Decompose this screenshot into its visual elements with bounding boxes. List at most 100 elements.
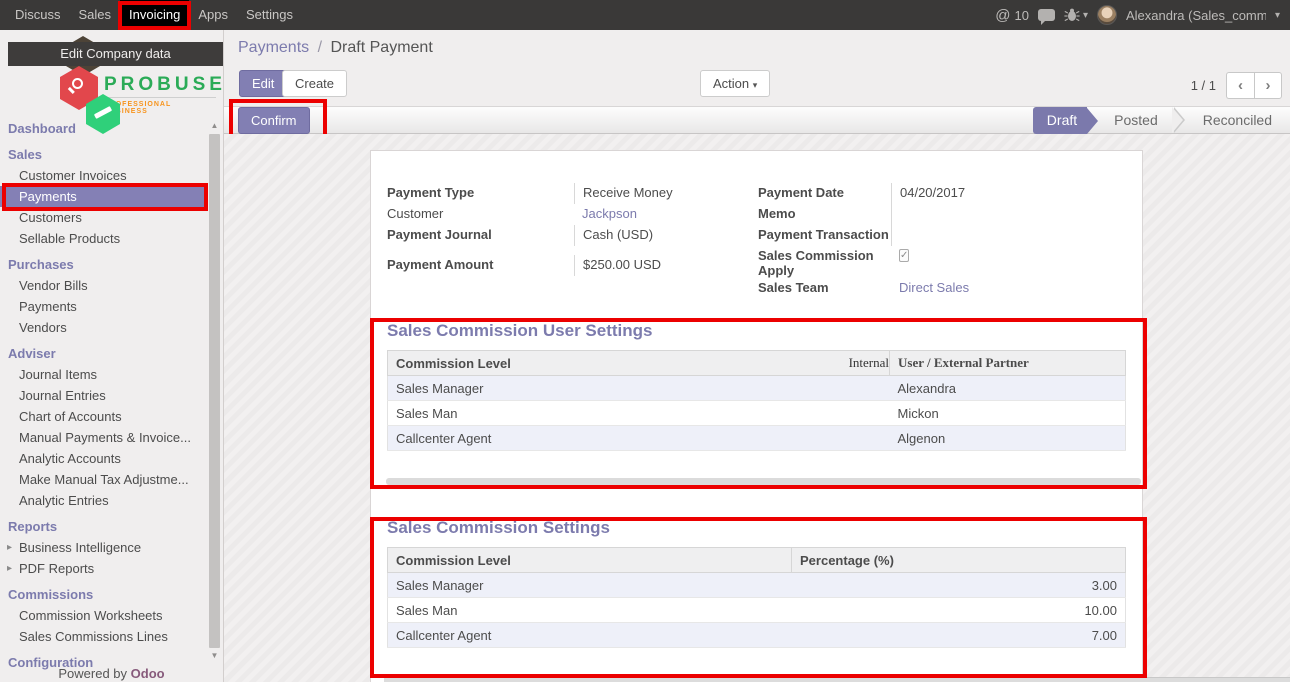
mention-icon: @ [995,7,1010,24]
menu-sales[interactable]: Sales [70,0,121,30]
scrollbar-up-icon[interactable]: ▲ [208,120,221,132]
search-icon [72,78,83,89]
sidebar-item-analytic-accounts[interactable]: Analytic Accounts [0,448,207,469]
column-header-user-external-partner[interactable]: User / External Partner [890,351,1126,376]
table-row[interactable]: Sales Man10.00 [388,598,1126,623]
menu-discuss[interactable]: Discuss [6,0,70,30]
menu-settings[interactable]: Settings [237,0,302,30]
mentions-counter[interactable]: @ 10 [995,7,1029,24]
field-payment-transaction: Payment Transaction [758,225,1130,246]
status-step-reconciled[interactable]: Reconciled [1187,107,1288,134]
horizontal-scrollbar[interactable] [384,677,1290,682]
table-row[interactable]: Sales ManMickon [388,401,1126,426]
sidebar-item-customers[interactable]: Customers [0,207,207,228]
sidebar-item-vendors[interactable]: Vendors [0,317,207,338]
scrollbar-down-icon[interactable]: ▼ [208,650,221,662]
sales-commission-apply-checkbox[interactable]: ✓ [899,249,909,262]
sidebar-item-manual-payments-invoice[interactable]: Manual Payments & Invoice... [0,427,207,448]
create-button[interactable]: Create [282,70,347,97]
pencil-icon [94,106,112,119]
cell-value: Mickon [890,401,1126,426]
action-dropdown-button[interactable]: Action ▾ [700,70,770,97]
scrollbar-thumb[interactable] [209,134,220,648]
field-memo: Memo [758,204,1130,225]
action-label: Action [713,76,749,91]
commission-user-rows: Sales ManagerAlexandraSales ManMickonCal… [388,376,1126,451]
sidebar-header-adviser[interactable]: Adviser [0,343,207,364]
sidebar-item-chart-of-accounts[interactable]: Chart of Accounts [0,406,207,427]
chat-icon[interactable] [1038,9,1055,21]
column-header-percentage[interactable]: Percentage (%) [792,548,1126,573]
sidebar-item-commission-worksheets[interactable]: Commission Worksheets [0,605,207,626]
field-label: Customer [387,204,574,225]
odoo-brand-link[interactable]: Odoo [131,666,165,681]
section-commission-settings: Sales Commission Settings Commission Lev… [387,518,1126,648]
breadcrumb-current: Draft Payment [331,39,433,56]
sidebar-item-pdf-reports[interactable]: ▸PDF Reports [0,558,207,579]
sidebar-header-purchases[interactable]: Purchases [0,254,207,275]
column-label: Commission Level [396,356,511,371]
pager-next-button[interactable]: › [1254,72,1282,99]
table-row[interactable]: Callcenter AgentAlgenon [388,426,1126,451]
cell-commission-level: Sales Man [388,598,792,623]
horizontal-scrollbar[interactable] [386,478,1141,485]
field-label: Sales Commission Apply [758,246,891,278]
customer-link[interactable]: Jackpson [574,204,732,225]
debug-menu[interactable]: ▾ [1064,8,1088,22]
column-label-overflow: Internal [849,355,889,371]
odoo-app-window: DiscussSalesInvoicingAppsSettings @ 10 [0,0,1290,682]
cell-value: Alexandra [890,376,1126,401]
cell-commission-level: Sales Manager [388,376,890,401]
status-step-draft[interactable]: Draft [1033,107,1087,134]
menu-apps[interactable]: Apps [189,0,237,30]
sidebar-item-vendor-bills[interactable]: Vendor Bills [0,275,207,296]
sidebar-item-analytic-entries[interactable]: Analytic Entries [0,490,207,511]
sidebar-scrollbar[interactable]: ▲ ▼ [208,120,221,662]
sidebar-header-commissions[interactable]: Commissions [0,584,207,605]
field-label: Payment Amount [387,255,574,276]
table-row[interactable]: Callcenter Agent7.00 [388,623,1126,648]
sidebar-header-sales[interactable]: Sales [0,144,207,165]
cell-value: Algenon [890,426,1126,451]
sidebar-item-journal-entries[interactable]: Journal Entries [0,385,207,406]
table-row[interactable]: Sales Manager3.00 [388,573,1126,598]
menu-invoicing[interactable]: Invoicing [120,0,189,30]
column-header-commission-level[interactable]: Commission Level [388,548,792,573]
sidebar-item-sellable-products[interactable]: Sellable Products [0,228,207,249]
chevron-down-icon: ▾ [753,80,758,90]
sidebar-item-sales-commissions-lines[interactable]: Sales Commissions Lines [0,626,207,647]
expand-icon[interactable]: ▸ [7,558,12,579]
sidebar-item-payments[interactable]: Payments [0,186,207,207]
expand-icon[interactable]: ▸ [7,537,12,558]
field-value: ✓ [891,246,1130,278]
main-panel: Payments / Draft Payment 1 / 1 ‹ › Edit … [224,30,1290,682]
column-header-commission-level[interactable]: Commission Level Internal [388,351,890,376]
commission-settings-rows: Sales Manager3.00Sales Man10.00Callcente… [388,573,1126,648]
powered-by-odoo: Powered by Odoo [0,666,223,681]
cell-commission-level: Sales Man [388,401,890,426]
topbar-right-cluster: @ 10 ▾ Alexandra (Sales_comm.. [995,5,1290,25]
status-step-posted[interactable]: Posted [1098,107,1174,134]
powered-by-text: Powered by [58,666,127,681]
sidebar-item-journal-items[interactable]: Journal Items [0,364,207,385]
pager-previous-button[interactable]: ‹ [1226,72,1254,99]
field-sales-commission-apply: Sales Commission Apply ✓ [758,246,1130,278]
field-label: Sales Team [758,278,891,299]
field-sales-team: Sales Team Direct Sales [758,278,1130,299]
field-value: 04/20/2017 [891,183,1130,204]
sidebar-item-make-manual-tax-adjustme[interactable]: Make Manual Tax Adjustme... [0,469,207,490]
edit-company-data-button[interactable]: Edit Company data [8,42,223,66]
topbar-menus: DiscussSalesInvoicingAppsSettings [6,0,302,30]
sidebar-header-reports[interactable]: Reports [0,516,207,537]
sidebar-item-customer-invoices[interactable]: Customer Invoices [0,165,207,186]
sidebar-item-business-intelligence[interactable]: ▸Business Intelligence [0,537,207,558]
user-menu[interactable]: Alexandra (Sales_comm.. [1126,8,1266,23]
confirm-button[interactable]: Confirm [238,107,310,134]
field-value: Cash (USD) [574,225,732,246]
avatar[interactable] [1097,5,1117,25]
edit-button[interactable]: Edit [239,70,287,97]
breadcrumb-payments-link[interactable]: Payments [238,39,309,56]
sidebar-item-payments[interactable]: Payments [0,296,207,317]
sales-team-link[interactable]: Direct Sales [891,278,1130,299]
table-row[interactable]: Sales ManagerAlexandra [388,376,1126,401]
